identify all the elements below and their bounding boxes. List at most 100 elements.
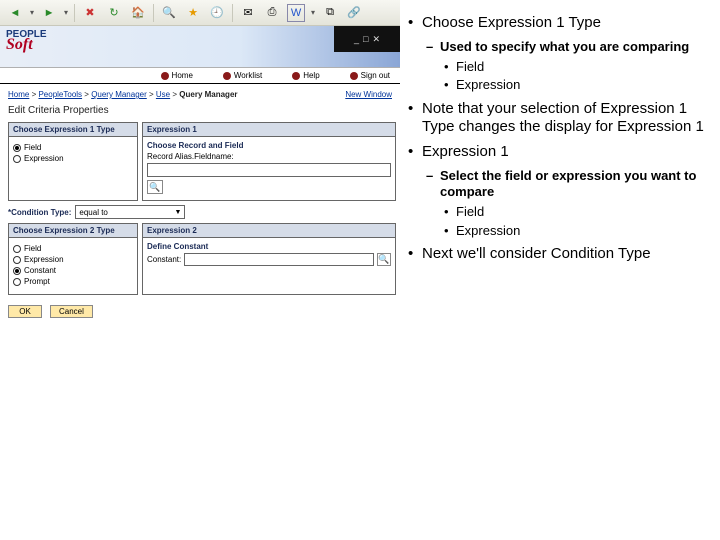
radio-label: Expression	[24, 154, 64, 163]
logo-line2: Soft	[6, 40, 47, 50]
search-icon[interactable]: 🔍	[160, 4, 178, 22]
word-icon[interactable]: W	[287, 4, 305, 22]
expr2-radio-constant[interactable]: Constant	[13, 266, 133, 275]
app-header: PEOPLE Soft _ □ ✕	[0, 26, 400, 68]
condition-type-row: *Condition Type: equal to ▼	[8, 205, 396, 219]
back-dropdown-icon[interactable]: ▾	[30, 8, 34, 17]
lookup-icon[interactable]: 🔍	[147, 180, 163, 194]
constant-input[interactable]	[184, 253, 374, 266]
radio-label: Field	[24, 244, 41, 253]
breadcrumb-trail: Home > PeopleTools > Query Manager > Use…	[8, 90, 238, 99]
expr1-panel: Expression 1 Choose Record and Field Rec…	[142, 122, 396, 201]
expr1-header: Expression 1	[143, 123, 395, 137]
crumb-link[interactable]: Home	[8, 90, 29, 99]
globe-icon	[223, 72, 231, 80]
note-subsubitem: Expression	[440, 223, 712, 239]
condition-type-label: *Condition Type:	[8, 208, 71, 217]
refresh-icon[interactable]: ↻	[105, 4, 123, 22]
radio-label: Prompt	[24, 277, 50, 286]
chevron-down-icon: ▼	[174, 209, 181, 216]
crumb-link[interactable]: Query Manager	[91, 90, 147, 99]
minimize-icon[interactable]: _	[354, 34, 359, 44]
globe-icon	[161, 72, 169, 80]
expr2-radio-prompt[interactable]: Prompt	[13, 277, 133, 286]
globe-icon	[350, 72, 358, 80]
nav-signout-label: Sign out	[361, 71, 390, 80]
radio-label: Expression	[24, 255, 64, 264]
crumb-link[interactable]: Use	[156, 90, 170, 99]
cancel-button[interactable]: Cancel	[50, 305, 93, 318]
page-title: Edit Criteria Properties	[0, 101, 400, 122]
expr1-fieldlabel: Record Alias.Fieldname:	[147, 152, 391, 161]
toolbar-separator	[232, 4, 233, 22]
expr2-header: Expression 2	[143, 224, 395, 238]
constant-label: Constant:	[147, 255, 181, 264]
expr1-radio-field[interactable]: Field	[13, 143, 133, 152]
note-item: Note that your selection of Expression 1…	[404, 100, 712, 138]
radio-icon	[13, 278, 21, 286]
print-icon[interactable]: ⎙	[263, 4, 281, 22]
note-item: Choose Expression 1 Type	[404, 14, 712, 33]
back-icon[interactable]: ◄	[6, 4, 24, 22]
radio-icon	[13, 155, 21, 163]
note-item: Next we'll consider Condition Type	[404, 245, 712, 264]
favorites-icon[interactable]: ★	[184, 4, 202, 22]
new-window-link[interactable]: New Window	[345, 90, 392, 99]
global-nav: Home Worklist Help Sign out	[0, 68, 400, 84]
expr2-panel: Expression 2 Define Constant Constant: 🔍	[142, 223, 396, 295]
note-subsubitem: Expression	[440, 77, 712, 93]
crumb-link[interactable]: PeopleTools	[38, 90, 82, 99]
button-row: OK Cancel	[0, 299, 400, 324]
condition-type-select[interactable]: equal to ▼	[75, 205, 185, 219]
record-field-input[interactable]	[147, 163, 391, 177]
note-subitem: Used to specify what you are comparing	[422, 39, 712, 55]
expr2-type-panel: Choose Expression 2 Type Field Expressio…	[8, 223, 138, 295]
maximize-icon[interactable]: □	[363, 34, 368, 44]
expr1-subhead: Choose Record and Field	[147, 141, 391, 150]
lookup-icon[interactable]: 🔍	[377, 253, 391, 266]
expr1-radio-expression[interactable]: Expression	[13, 154, 133, 163]
mail-icon[interactable]: ✉	[239, 4, 257, 22]
radio-icon	[13, 256, 21, 264]
slide-notes: Choose Expression 1 Type Used to specify…	[400, 0, 720, 540]
note-subitem: Select the field or expression you want …	[422, 168, 712, 201]
history-icon[interactable]: 🕘	[208, 4, 226, 22]
radio-icon	[13, 245, 21, 253]
close-icon[interactable]: ✕	[372, 34, 380, 45]
nav-signout[interactable]: Sign out	[350, 71, 390, 80]
expr2-subhead: Define Constant	[147, 242, 391, 251]
nav-home[interactable]: Home	[161, 71, 193, 80]
breadcrumb: Home > PeopleTools > Query Manager > Use…	[0, 84, 400, 101]
condition-type-value: equal to	[79, 208, 107, 217]
home-icon[interactable]: 🏠	[129, 4, 147, 22]
toolbar-separator	[153, 4, 154, 22]
stop-icon[interactable]: ✖	[81, 4, 99, 22]
radio-icon	[13, 267, 21, 275]
nav-home-label: Home	[172, 71, 193, 80]
globe-icon	[292, 72, 300, 80]
expr1-type-header: Choose Expression 1 Type	[9, 123, 137, 137]
expr2-radio-expression[interactable]: Expression	[13, 255, 133, 264]
nav-worklist[interactable]: Worklist	[223, 71, 262, 80]
ext2-icon[interactable]: 🔗	[345, 4, 363, 22]
ok-button[interactable]: OK	[8, 305, 42, 318]
expr2-radio-field[interactable]: Field	[13, 244, 133, 253]
note-subsubitem: Field	[440, 204, 712, 220]
ext1-icon[interactable]: ⧉	[321, 4, 339, 22]
note-item: Expression 1	[404, 143, 712, 162]
peoplesoft-logo: PEOPLE Soft	[6, 30, 47, 50]
forward-icon[interactable]: ►	[40, 4, 58, 22]
word-dropdown-icon[interactable]: ▾	[311, 8, 315, 17]
browser-toolbar: ◄ ▾ ► ▾ ✖ ↻ 🏠 🔍 ★ 🕘 ✉ ⎙ W ▾ ⧉ 🔗	[0, 0, 400, 26]
radio-label: Field	[24, 143, 41, 152]
crumb-current: Query Manager	[179, 90, 237, 99]
forward-dropdown-icon[interactable]: ▾	[64, 8, 68, 17]
note-subsubitem: Field	[440, 59, 712, 75]
expr1-type-panel: Choose Expression 1 Type Field Expressio…	[8, 122, 138, 201]
radio-icon	[13, 144, 21, 152]
radio-label: Constant	[24, 266, 56, 275]
expr2-type-header: Choose Expression 2 Type	[9, 224, 137, 238]
app-screenshot: ◄ ▾ ► ▾ ✖ ↻ 🏠 🔍 ★ 🕘 ✉ ⎙ W ▾ ⧉ 🔗 PEOPLE S…	[0, 0, 400, 540]
nav-help[interactable]: Help	[292, 71, 319, 80]
nav-worklist-label: Worklist	[234, 71, 262, 80]
